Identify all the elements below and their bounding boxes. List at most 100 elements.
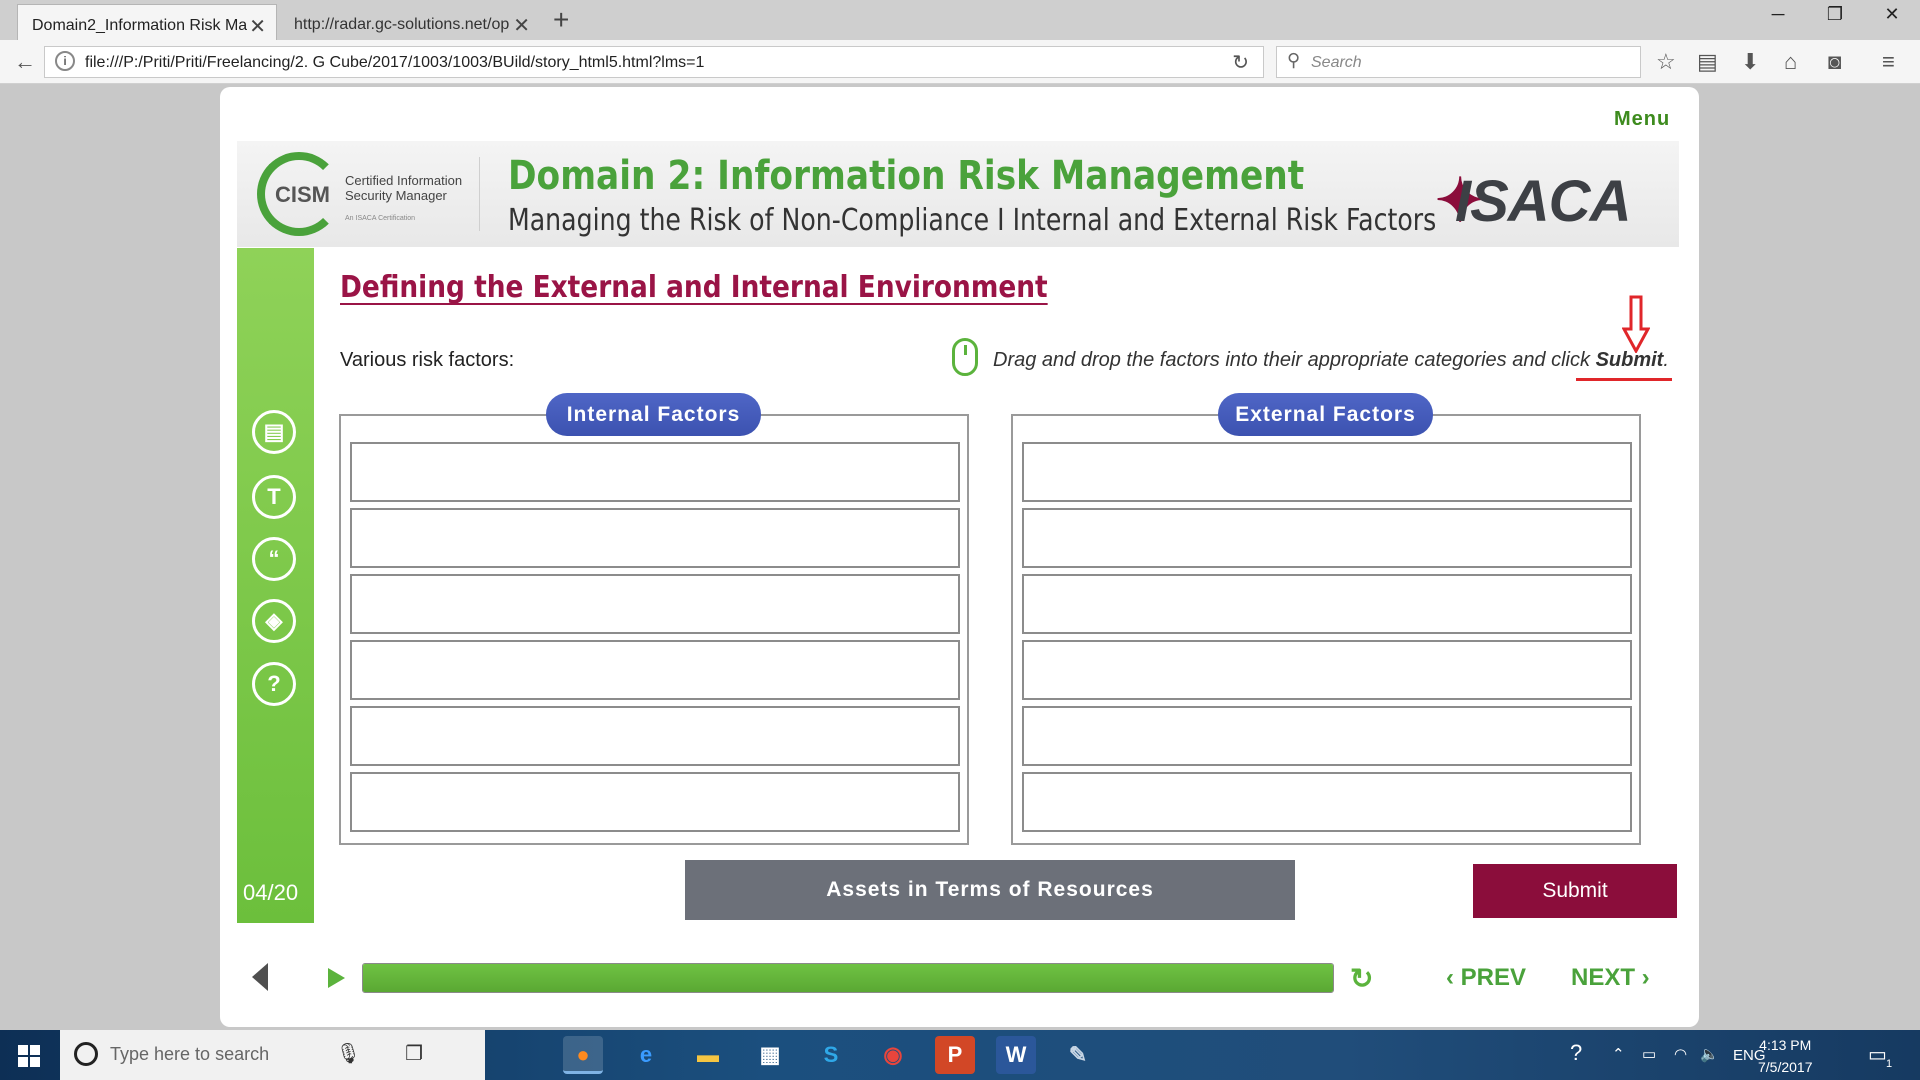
- external-drop-slot[interactable]: [1022, 640, 1632, 700]
- wifi-icon[interactable]: ◠: [1674, 1045, 1687, 1063]
- instruction-text: Drag and drop the factors into their app…: [993, 349, 1669, 372]
- module-subtitle: Managing the Risk of Non-Compliance I In…: [508, 203, 1437, 238]
- external-factors-label: External Factors: [1218, 393, 1433, 436]
- external-drop-slot[interactable]: [1022, 442, 1632, 502]
- volume-icon[interactable]: [252, 963, 268, 991]
- draggable-factor-item[interactable]: Assets in Terms of Resources: [685, 860, 1295, 920]
- url-text: file:///P:/Priti/Priti/Freelancing/2. G …: [85, 54, 705, 71]
- cism-logo-mark: CISM: [275, 182, 330, 207]
- reload-icon[interactable]: ↻: [1232, 50, 1249, 75]
- search-placeholder: Search: [1311, 54, 1362, 71]
- download-icon[interactable]: ⬇: [1741, 49, 1759, 75]
- pocket-icon[interactable]: ◙: [1828, 49, 1841, 75]
- mouse-icon: [952, 338, 978, 376]
- minimize-icon[interactable]: ─: [1758, 4, 1798, 25]
- powerpoint-icon[interactable]: P: [935, 1036, 975, 1074]
- help-tray-icon[interactable]: ?: [1570, 1040, 1582, 1066]
- instruction-prefix: Drag and drop the factors into their app…: [993, 349, 1596, 371]
- address-bar[interactable]: i file:///P:/Priti/Priti/Freelancing/2. …: [44, 46, 1264, 78]
- tab-title: Domain2_Information Risk Mana: [32, 17, 247, 34]
- browser-nav-bar: ← i file:///P:/Priti/Priti/Freelancing/2…: [0, 40, 1920, 84]
- help-icon[interactable]: ?: [252, 662, 296, 706]
- restore-icon[interactable]: ❐: [1815, 4, 1855, 25]
- header-divider: [479, 157, 480, 231]
- clock-date: 7/5/2017: [1758, 1059, 1813, 1075]
- bookmark-star-icon[interactable]: ☆: [1656, 49, 1676, 75]
- paint-icon[interactable]: ✎: [1058, 1036, 1098, 1074]
- internal-factors-panel: [339, 414, 969, 845]
- taskbar-clock[interactable]: 4:13 PM 7/5/2017: [1758, 1034, 1813, 1078]
- internal-drop-slot[interactable]: [350, 706, 960, 766]
- external-drop-slot[interactable]: [1022, 772, 1632, 832]
- external-drop-slot[interactable]: [1022, 508, 1632, 568]
- cortana-icon: [74, 1042, 98, 1066]
- internal-drop-slot[interactable]: [350, 574, 960, 634]
- home-icon[interactable]: ⌂: [1784, 49, 1797, 75]
- firefox-icon[interactable]: ●: [563, 1036, 603, 1074]
- speaker-icon[interactable]: 🔈: [1700, 1045, 1719, 1063]
- store-icon[interactable]: ▦: [750, 1036, 790, 1074]
- replay-icon[interactable]: ↻: [1350, 962, 1373, 995]
- internal-factors-label: Internal Factors: [546, 393, 761, 436]
- taskbar-search-placeholder: Type here to search: [110, 1044, 270, 1064]
- windows-start-icon[interactable]: [18, 1045, 40, 1067]
- clock-time: 4:13 PM: [1759, 1037, 1812, 1053]
- chrome-icon[interactable]: ◉: [873, 1036, 913, 1074]
- page-counter: 04/20: [243, 880, 299, 905]
- skype-icon[interactable]: S: [811, 1036, 851, 1074]
- reading-list-icon[interactable]: ▤: [1697, 49, 1718, 75]
- browser-tab-bar: Domain2_Information Risk Mana ✕ http://r…: [0, 0, 1920, 40]
- notes-icon[interactable]: ▤: [252, 410, 296, 454]
- hamburger-menu-icon[interactable]: ≡: [1882, 49, 1895, 75]
- quote-icon[interactable]: “: [252, 537, 296, 581]
- back-icon[interactable]: ←: [14, 49, 36, 75]
- notification-count: 1: [1886, 1058, 1893, 1070]
- domain-title: Domain 2: Information Risk Management: [508, 153, 1305, 199]
- battery-icon[interactable]: ▭: [1642, 1045, 1656, 1063]
- file-explorer-icon[interactable]: ▬: [688, 1036, 728, 1074]
- next-label: NEXT: [1571, 964, 1636, 991]
- close-tab-icon[interactable]: ✕: [513, 13, 530, 38]
- word-icon[interactable]: W: [996, 1036, 1036, 1074]
- tab-title: http://radar.gc-solutions.net/ope: [294, 16, 509, 33]
- next-button[interactable]: NEXT ›: [1571, 964, 1650, 992]
- info-icon[interactable]: i: [55, 51, 75, 71]
- cism-logo-text: Certified Information Security Manager: [345, 173, 465, 203]
- page-title: Defining the External and Internal Envir…: [340, 270, 1048, 305]
- external-drop-slot[interactable]: [1022, 574, 1632, 634]
- close-window-icon[interactable]: ✕: [1872, 4, 1912, 25]
- resources-icon[interactable]: ◈: [252, 599, 296, 643]
- red-arrow-down-icon: [1622, 295, 1650, 353]
- play-icon[interactable]: [328, 968, 345, 988]
- internal-drop-slot[interactable]: [350, 640, 960, 700]
- tab-radar[interactable]: http://radar.gc-solutions.net/ope ✕: [280, 4, 540, 40]
- seek-bar-fill: [363, 964, 1333, 992]
- submit-button[interactable]: Submit: [1473, 864, 1677, 918]
- task-view-icon[interactable]: ❐: [405, 1041, 423, 1066]
- isaca-logo: ISACA: [1455, 169, 1631, 234]
- taskbar-search-input[interactable]: Type here to search 🎙 ❐: [60, 1030, 485, 1080]
- seek-bar[interactable]: [362, 963, 1334, 993]
- instruction-suffix: .: [1663, 349, 1669, 371]
- sidebar: [237, 248, 314, 923]
- microphone-icon[interactable]: 🎙: [336, 1041, 361, 1066]
- chevron-up-icon[interactable]: ⌃: [1612, 1045, 1625, 1063]
- internal-drop-slot[interactable]: [350, 772, 960, 832]
- prev-button[interactable]: ‹ PREV: [1446, 964, 1526, 992]
- close-tab-icon[interactable]: ✕: [249, 14, 266, 39]
- new-tab-button[interactable]: +: [553, 4, 569, 36]
- search-input[interactable]: ⚲ Search: [1276, 46, 1641, 78]
- external-factors-panel: [1011, 414, 1641, 845]
- tab-course[interactable]: Domain2_Information Risk Mana ✕: [17, 4, 277, 40]
- edge-icon[interactable]: e: [626, 1036, 666, 1074]
- transcript-icon[interactable]: T: [252, 475, 296, 519]
- internal-drop-slot[interactable]: [350, 508, 960, 568]
- menu-button[interactable]: Menu: [1614, 108, 1670, 131]
- red-annotation-underline: [1576, 378, 1672, 381]
- notification-icon[interactable]: ▭: [1868, 1042, 1887, 1067]
- logo-line-1: Certified Information: [345, 173, 463, 188]
- logo-line-2: Security Manager: [345, 188, 447, 203]
- various-risk-factors-label: Various risk factors:: [340, 349, 515, 371]
- internal-drop-slot[interactable]: [350, 442, 960, 502]
- external-drop-slot[interactable]: [1022, 706, 1632, 766]
